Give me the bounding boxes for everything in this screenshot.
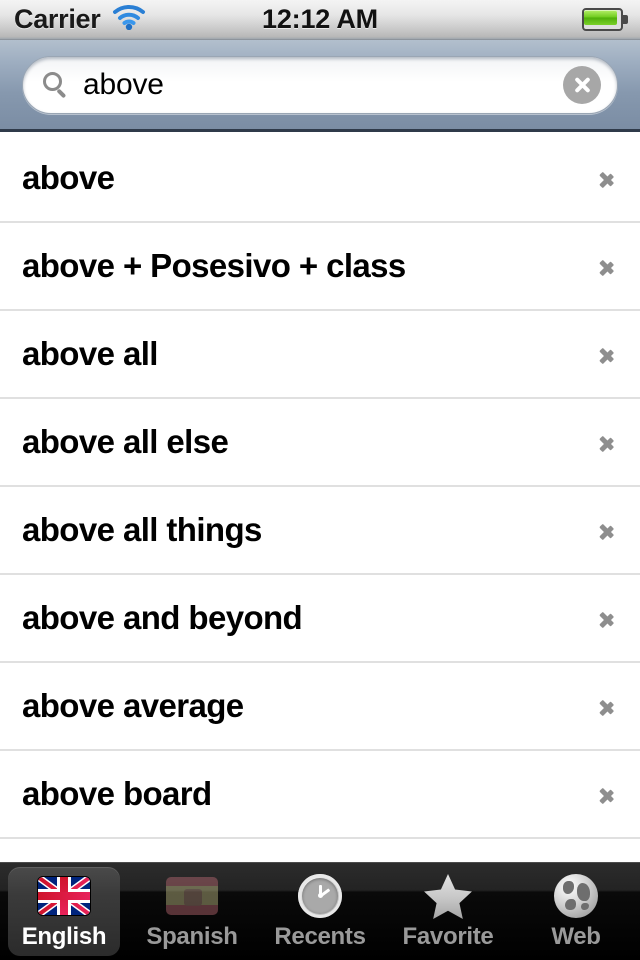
table-row-partial[interactable] [0, 839, 640, 862]
search-bar: above [0, 40, 640, 132]
row-label: above and beyond [22, 599, 303, 636]
row-label: above all [22, 335, 158, 372]
status-bar-right [582, 8, 628, 31]
table-row[interactable]: above + Posesivo + class [0, 223, 640, 311]
chevron-right-icon [600, 429, 616, 455]
chevron-right-icon [600, 781, 616, 807]
chevron-right-icon [600, 693, 616, 719]
search-input[interactable]: above [83, 68, 563, 102]
tab-spanish[interactable]: Spanish [128, 863, 256, 960]
status-bar: Carrier 12:12 AM [0, 0, 640, 40]
table-row[interactable]: above board [0, 751, 640, 839]
row-label: above all else [22, 423, 229, 460]
row-label: above [22, 159, 115, 196]
tab-web[interactable]: Web [512, 863, 640, 960]
row-label: above + Posesivo + class [22, 247, 406, 284]
search-icon [43, 71, 69, 98]
chevron-right-icon [600, 605, 616, 631]
status-bar-clock: 12:12 AM [262, 4, 378, 34]
table-row[interactable]: above all things [0, 487, 640, 575]
globe-icon [548, 873, 604, 919]
chevron-right-icon [600, 517, 616, 543]
uk-flag-icon [36, 873, 92, 919]
chevron-right-icon [600, 165, 616, 191]
row-label: above board [22, 775, 212, 812]
clear-search-icon[interactable] [563, 65, 601, 104]
row-label: above average [22, 687, 244, 724]
table-row[interactable]: above [0, 135, 640, 223]
tab-recents[interactable]: Recents [256, 863, 384, 960]
chevron-right-icon [600, 253, 616, 279]
table-row[interactable]: above all else [0, 399, 640, 487]
tab-label: Spanish [146, 922, 238, 950]
search-results-list[interactable]: above above + Posesivo + class above all… [0, 135, 640, 862]
spain-flag-icon [164, 873, 220, 919]
tab-bar: English Spanish Recents Favorite Web [0, 862, 640, 960]
star-icon [420, 873, 476, 919]
row-label: above all things [22, 511, 262, 548]
tab-label: Web [551, 922, 601, 950]
table-row[interactable]: above all [0, 311, 640, 399]
battery-icon [582, 8, 628, 31]
clock-icon [292, 873, 348, 919]
chevron-right-icon [600, 341, 616, 367]
search-field[interactable]: above [22, 55, 618, 114]
tab-label: Favorite [402, 922, 494, 950]
tab-english[interactable]: English [0, 863, 128, 960]
table-row[interactable]: above and beyond [0, 575, 640, 663]
tab-favorite[interactable]: Favorite [384, 863, 512, 960]
tab-label: English [21, 922, 107, 950]
table-row[interactable]: above average [0, 663, 640, 751]
tab-label: Recents [274, 922, 366, 950]
app-screen: Carrier 12:12 AM above above above + Pos… [0, 0, 640, 960]
